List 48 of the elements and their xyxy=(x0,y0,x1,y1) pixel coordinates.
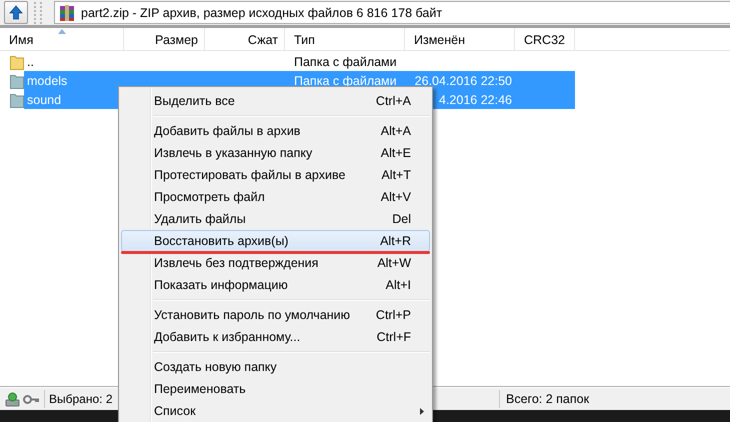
menu-item[interactable]: Удалить файлы Del xyxy=(121,208,430,230)
menu-item[interactable]: Установить пароль по умолчанию Ctrl+P xyxy=(121,304,430,326)
menu-item[interactable]: Просмотреть файл Alt+V xyxy=(121,186,430,208)
shortcut-label: Alt+W xyxy=(377,256,411,270)
shortcut-label: Del xyxy=(392,212,411,226)
menu-item[interactable]: Показать информацию Alt+I xyxy=(121,274,430,296)
file-name: sound xyxy=(26,92,62,106)
address-field[interactable]: part2.zip - ZIP архив, размер исходных файлов 6 816 178 байт xyxy=(54,1,730,24)
shortcut-label: Alt+E xyxy=(380,146,411,160)
menu-item[interactable]: Список xyxy=(121,400,430,422)
table-cell-text: Папка с файлами xyxy=(293,74,398,88)
address-text: part2.zip - ZIP архив, размер исходных файлов 6 816 178 байт xyxy=(81,6,442,20)
shortcut-label: Ctrl+A xyxy=(376,94,411,108)
up-button[interactable] xyxy=(4,1,28,24)
shortcut-label: Alt+R xyxy=(380,234,411,248)
shortcut-label: Ctrl+P xyxy=(376,308,411,322)
column-header[interactable]: CRC32 xyxy=(515,28,575,50)
menu-item[interactable]: Создать новую папку xyxy=(121,356,430,378)
file-row[interactable]: .. Папка с файлами xyxy=(24,52,575,71)
file-name: models xyxy=(26,74,68,88)
archive-icon xyxy=(59,4,75,20)
menu-item[interactable]: Выделить все Ctrl+A xyxy=(121,90,430,112)
shortcut-label: Alt+T xyxy=(381,168,411,182)
drive-icon xyxy=(5,392,20,406)
toolbar-grip[interactable] xyxy=(34,2,42,24)
menu-item[interactable]: Восстановить архив(ы) Alt+R xyxy=(121,230,430,252)
file-name: .. xyxy=(26,54,35,68)
shortcut-label: Ctrl+F xyxy=(376,330,411,344)
menu-item[interactable]: Добавить файлы в архив Alt+A xyxy=(121,120,430,142)
column-header[interactable]: Сжат xyxy=(205,28,285,50)
menu-item[interactable]: Переименовать xyxy=(121,378,430,400)
shortcut-label: Alt+I xyxy=(386,278,411,292)
table-cell-text: 26.04.2016 22:50 xyxy=(414,74,513,88)
up-arrow-icon xyxy=(9,5,23,20)
column-header[interactable]: Тип xyxy=(285,28,405,50)
status-text: Выбрано: 2 xyxy=(49,392,112,406)
column-header[interactable]: Имя xyxy=(0,28,124,50)
menu-item[interactable]: Протестировать файлы в архиве Alt+T xyxy=(121,164,430,186)
shortcut-label: Alt+V xyxy=(380,190,411,204)
shortcut-label: Alt+A xyxy=(380,124,411,138)
menu-item[interactable]: Извлечь без подтверждения Alt+W xyxy=(121,252,430,274)
menu-item[interactable]: Добавить к избранному... Ctrl+F xyxy=(121,326,430,348)
table-cell-text: Папка с файлами xyxy=(293,54,398,68)
status-text: Всего: 2 папок xyxy=(506,392,590,406)
column-header[interactable]: Размер xyxy=(124,28,205,50)
menu-item[interactable]: Извлечь в указанную папку Alt+E xyxy=(121,142,430,164)
folder-icon xyxy=(10,54,24,70)
column-header[interactable]: Изменён xyxy=(405,28,515,50)
